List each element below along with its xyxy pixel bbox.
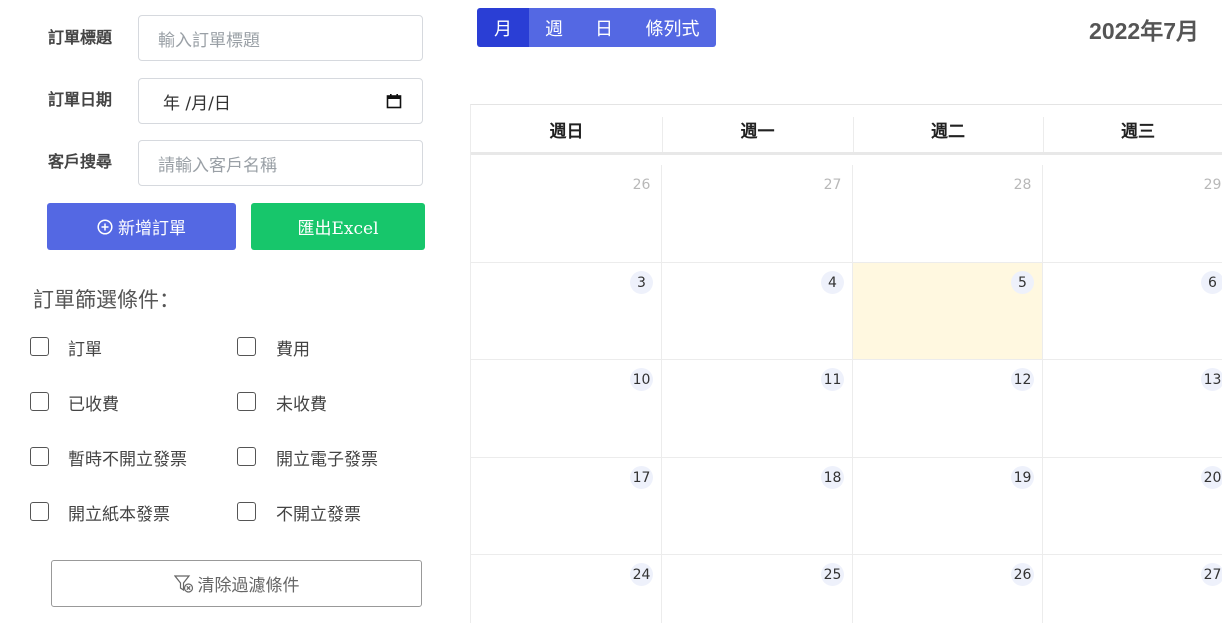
filter-checkbox-invoice-paper[interactable] (30, 502, 49, 521)
filter-label-charged: 已收費 (68, 395, 119, 415)
add-order-label: 新增訂單 (118, 219, 186, 239)
filter-label-invoice-electronic: 開立電子發票 (276, 450, 378, 470)
day-cell[interactable]: 26 (471, 165, 662, 263)
day-number: 5 (1011, 271, 1034, 294)
order-title-input[interactable]: 輸入訂單標題 (138, 15, 423, 61)
filter-label-fee: 費用 (276, 340, 310, 360)
day-cell[interactable]: 27 (1043, 555, 1222, 623)
day-cell[interactable]: 20 (1043, 458, 1222, 555)
calendar-icon[interactable] (386, 93, 402, 109)
day-number: 11 (821, 368, 844, 391)
order-title-label: 訂單標題 (48, 28, 113, 47)
filter-label-invoice-paper: 開立紙本發票 (68, 505, 170, 525)
customer-search-placeholder: 請輸入客戶名稱 (158, 155, 277, 176)
calendar-title: 2022年7月 (1089, 18, 1199, 44)
weekday-mon: 週一 (740, 122, 775, 142)
filter-checkbox-uncharged[interactable] (237, 392, 256, 411)
day-number: 24 (630, 563, 653, 586)
filter-checkbox-fee[interactable] (237, 337, 256, 356)
calendar-grid: 週日 週一 週二 週三 26 27 28 29 3 4 5 6 10 11 12… (470, 104, 1222, 623)
day-number: 26 (632, 176, 651, 193)
day-number: 26 (1011, 563, 1034, 586)
day-number: 19 (1011, 466, 1034, 489)
day-cell[interactable]: 17 (471, 458, 662, 555)
view-day-button[interactable]: 日 (579, 8, 629, 47)
filter-label-order: 訂單 (68, 340, 102, 360)
day-cell-today[interactable]: 5 (853, 263, 1043, 360)
day-cell[interactable]: 11 (662, 360, 853, 458)
day-number: 4 (821, 271, 844, 294)
day-cell[interactable]: 25 (662, 555, 853, 623)
day-cell[interactable]: 24 (471, 555, 662, 623)
filter-checkbox-order[interactable] (30, 337, 49, 356)
order-date-value: 年 /月/日 (163, 93, 231, 114)
day-cell[interactable]: 10 (471, 360, 662, 458)
export-excel-button[interactable]: 匯出Excel (251, 203, 425, 250)
day-number: 25 (821, 563, 844, 586)
clear-filters-label: 清除過濾條件 (197, 576, 300, 596)
weekday-wed: 週三 (1121, 122, 1155, 142)
weekday-tue: 週二 (931, 122, 965, 142)
day-number: 6 (1201, 271, 1222, 294)
weekday-sun: 週日 (549, 122, 584, 142)
filter-checkbox-charged[interactable] (30, 392, 49, 411)
add-order-button[interactable]: 新增訂單 (47, 203, 236, 250)
day-cell[interactable]: 12 (853, 360, 1043, 458)
customer-search-input[interactable]: 請輸入客戶名稱 (138, 140, 423, 186)
day-number: 12 (1011, 368, 1034, 391)
filter-checkbox-invoice-deferred[interactable] (30, 447, 49, 466)
filter-label-invoice-deferred: 暫時不開立發票 (68, 450, 187, 470)
order-title-placeholder: 輸入訂單標題 (158, 30, 260, 51)
day-cell[interactable]: 27 (662, 165, 853, 263)
day-number: 20 (1201, 466, 1222, 489)
clear-filters-button[interactable]: 清除過濾條件 (51, 560, 422, 607)
day-cell[interactable]: 13 (1043, 360, 1222, 458)
day-cell[interactable]: 29 (1043, 165, 1222, 263)
view-list-button[interactable]: 條列式 (629, 8, 716, 47)
day-number: 18 (821, 466, 844, 489)
day-number: 13 (1201, 368, 1222, 391)
export-excel-label: 匯出Excel (297, 219, 379, 239)
order-date-label: 訂單日期 (48, 90, 113, 109)
day-cell[interactable]: 26 (853, 555, 1043, 623)
day-number: 3 (630, 271, 653, 294)
weekday-header: 週日 週一 週二 週三 (471, 105, 1222, 155)
customer-search-label: 客戶搜尋 (48, 152, 113, 171)
filter-label-uncharged: 未收費 (276, 395, 327, 415)
filter-label-no-invoice: 不開立發票 (276, 505, 361, 525)
day-cell[interactable]: 6 (1043, 263, 1222, 360)
day-number: 29 (1203, 176, 1222, 193)
day-number: 28 (1013, 176, 1032, 193)
day-cell[interactable]: 28 (853, 165, 1043, 263)
day-number: 10 (630, 368, 653, 391)
view-week-button[interactable]: 週 (529, 8, 579, 47)
filter-title: 訂單篩選條件： (33, 288, 180, 312)
day-cell[interactable]: 4 (662, 263, 853, 360)
day-number: 17 (630, 466, 653, 489)
filter-checkbox-invoice-electronic[interactable] (237, 447, 256, 466)
day-cell[interactable]: 19 (853, 458, 1043, 555)
day-number: 27 (1201, 563, 1222, 586)
day-number: 27 (823, 176, 842, 193)
day-cell[interactable]: 3 (471, 263, 662, 360)
filter-checkbox-no-invoice[interactable] (237, 502, 256, 521)
plus-circle-icon (97, 218, 113, 235)
filter-clear-icon (173, 574, 193, 593)
calendar-view-switcher: 月 週 日 條列式 (477, 8, 716, 47)
view-month-button[interactable]: 月 (477, 8, 529, 47)
order-date-input[interactable]: 年 /月/日 (138, 78, 423, 124)
day-cell[interactable]: 18 (662, 458, 853, 555)
